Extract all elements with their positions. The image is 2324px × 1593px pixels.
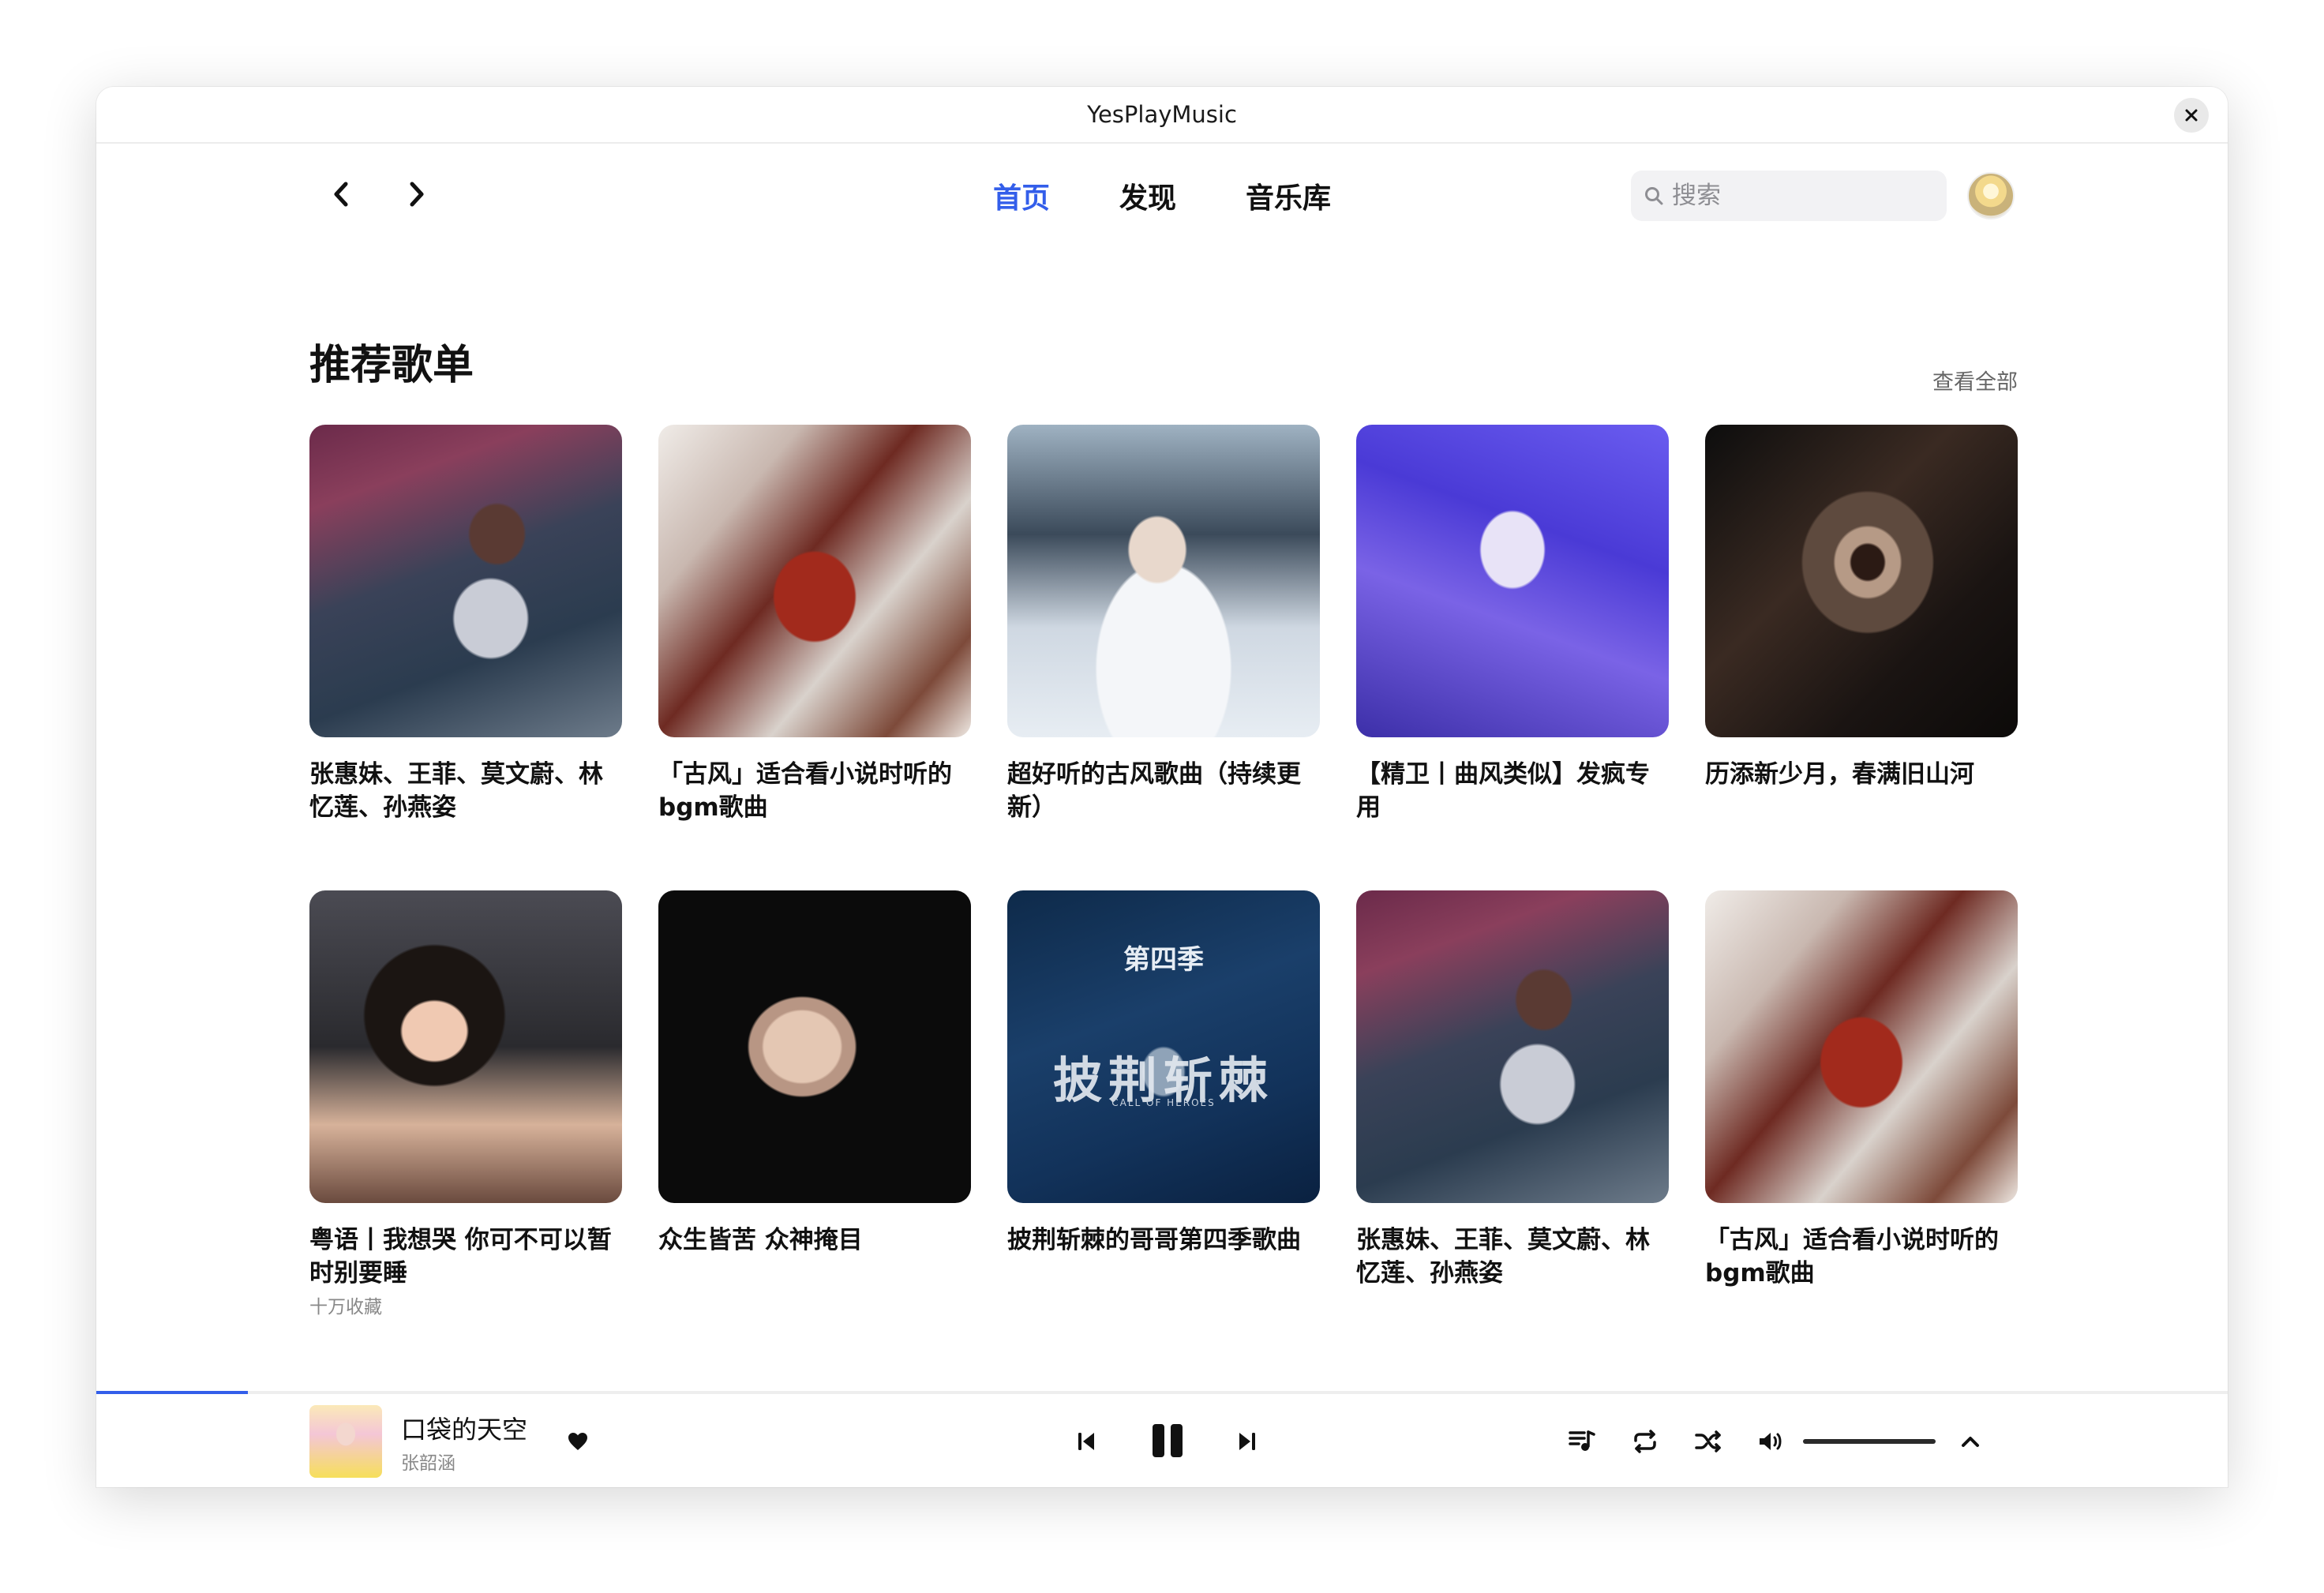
playlist-title[interactable]: 【精卫丨曲风类似】发疯专用 — [1356, 758, 1669, 824]
close-button[interactable] — [2174, 98, 2209, 133]
playlist-title[interactable]: 「古风」适合看小说时听的bgm歌曲 — [1705, 1224, 2018, 1290]
playlist-title[interactable]: 粤语丨我想哭 你可不可以暂时别要睡 — [309, 1224, 622, 1290]
track-title[interactable]: 口袋的天空 — [401, 1410, 527, 1446]
playlist-card[interactable]: 历添新少月，春满旧山河 — [1705, 425, 2018, 791]
nav-library[interactable]: 音乐库 — [1246, 175, 1331, 216]
next-icon — [1239, 1433, 1255, 1450]
playlist-card[interactable]: 超好听的古风歌曲（持续更新） — [1007, 425, 1320, 824]
playlist-cover[interactable]: 第四季 披荆斩棘 CALL OF HEROES — [1007, 890, 1320, 1203]
playlist-icon — [1569, 1430, 1595, 1451]
like-button[interactable] — [562, 1426, 594, 1457]
playlist-cover[interactable] — [1705, 890, 2018, 1203]
playlist-title[interactable]: 张惠妹、王菲、莫文蔚、林忆莲、孙燕姿 — [1356, 1224, 1669, 1290]
playlist-card[interactable]: 「古风」适合看小说时听的bgm歌曲 — [658, 425, 971, 824]
player-bar: 口袋的天空 张韶涵 — [96, 1394, 2228, 1487]
title-bar: YesPlayMusic — [96, 87, 2228, 144]
playlist-title[interactable]: 众生皆苦 众神掩目 — [658, 1224, 971, 1257]
heart-icon — [568, 1433, 587, 1450]
volume-slider-fill — [1803, 1439, 1936, 1444]
previous-button[interactable] — [1069, 1424, 1104, 1459]
playlist-title[interactable]: 超好听的古风歌曲（持续更新） — [1007, 758, 1320, 824]
cover-english-text: CALL OF HEROES — [1111, 1097, 1216, 1108]
nav-home[interactable]: 首页 — [993, 175, 1050, 216]
section-title: 推荐歌单 — [309, 342, 474, 389]
playlist-cover[interactable] — [1007, 425, 1320, 737]
close-icon — [2185, 109, 2198, 122]
track-artist[interactable]: 张韶涵 — [401, 1448, 455, 1475]
volume-button[interactable] — [1756, 1426, 1787, 1457]
playlist-cover[interactable] — [1356, 890, 1669, 1203]
playlist-card[interactable]: 众生皆苦 众神掩目 — [658, 890, 971, 1257]
playlist-title[interactable]: 「古风」适合看小说时听的bgm歌曲 — [658, 758, 971, 824]
next-button[interactable] — [1230, 1424, 1265, 1459]
shuffle-button[interactable] — [1692, 1426, 1724, 1457]
see-all-link[interactable]: 查看全部 — [1932, 365, 2018, 395]
playlist-button[interactable] — [1566, 1426, 1598, 1457]
nav-discover[interactable]: 发现 — [1119, 175, 1176, 216]
playlist-card[interactable]: 张惠妹、王菲、莫文蔚、林忆莲、孙燕姿 — [309, 425, 622, 824]
cover-season-text: 第四季 — [1123, 944, 1204, 976]
search-box[interactable] — [1631, 171, 1947, 221]
previous-icon — [1078, 1433, 1094, 1450]
pause-icon — [1153, 1424, 1183, 1457]
playlist-title[interactable]: 张惠妹、王菲、莫文蔚、林忆莲、孙燕姿 — [309, 758, 622, 824]
playlist-subtitle: 十万收藏 — [309, 1297, 382, 1318]
playlist-card[interactable]: 「古风」适合看小说时听的bgm歌曲 — [1705, 890, 2018, 1290]
playlist-cover[interactable] — [1356, 425, 1669, 737]
playlist-cover[interactable] — [658, 425, 971, 737]
album-thumbnail[interactable] — [309, 1405, 382, 1478]
playlist-title[interactable]: 历添新少月，春满旧山河 — [1705, 758, 2018, 791]
playlist-cover[interactable] — [1705, 425, 2018, 737]
shuffle-icon — [1695, 1430, 1721, 1452]
pause-button[interactable] — [1145, 1418, 1190, 1464]
repeat-button[interactable] — [1629, 1426, 1661, 1457]
repeat-icon — [1634, 1430, 1656, 1453]
window-title: YesPlayMusic — [1087, 101, 1237, 128]
search-icon — [1645, 187, 1663, 205]
app-window: YesPlayMusic 首页 发现 音乐库 搜索 推荐歌单 查看全部 张惠妹、… — [96, 87, 2228, 1487]
playlist-cover[interactable] — [309, 425, 622, 737]
playlist-card[interactable]: 第四季 披荆斩棘 CALL OF HEROES 披荆斩棘的哥哥第四季歌曲 — [1007, 890, 1320, 1257]
playlist-card[interactable]: 张惠妹、王菲、莫文蔚、林忆莲、孙燕姿 — [1356, 890, 1669, 1290]
volume-slider[interactable] — [1803, 1439, 1936, 1444]
playlist-card[interactable]: 粤语丨我想哭 你可不可以暂时别要睡 十万收藏 — [309, 890, 622, 1318]
chevron-up-icon — [1962, 1437, 1979, 1447]
playlist-card[interactable]: 【精卫丨曲风类似】发疯专用 — [1356, 425, 1669, 824]
playlist-title[interactable]: 披荆斩棘的哥哥第四季歌曲 — [1007, 1224, 1320, 1257]
nav-bar: 首页 发现 音乐库 — [96, 144, 2228, 245]
expand-player-button[interactable] — [1955, 1426, 1986, 1457]
playlist-cover[interactable] — [309, 890, 622, 1203]
search-input[interactable] — [1672, 182, 1925, 210]
volume-icon — [1760, 1433, 1782, 1450]
playlist-cover[interactable] — [658, 890, 971, 1203]
avatar[interactable] — [1967, 172, 2015, 219]
